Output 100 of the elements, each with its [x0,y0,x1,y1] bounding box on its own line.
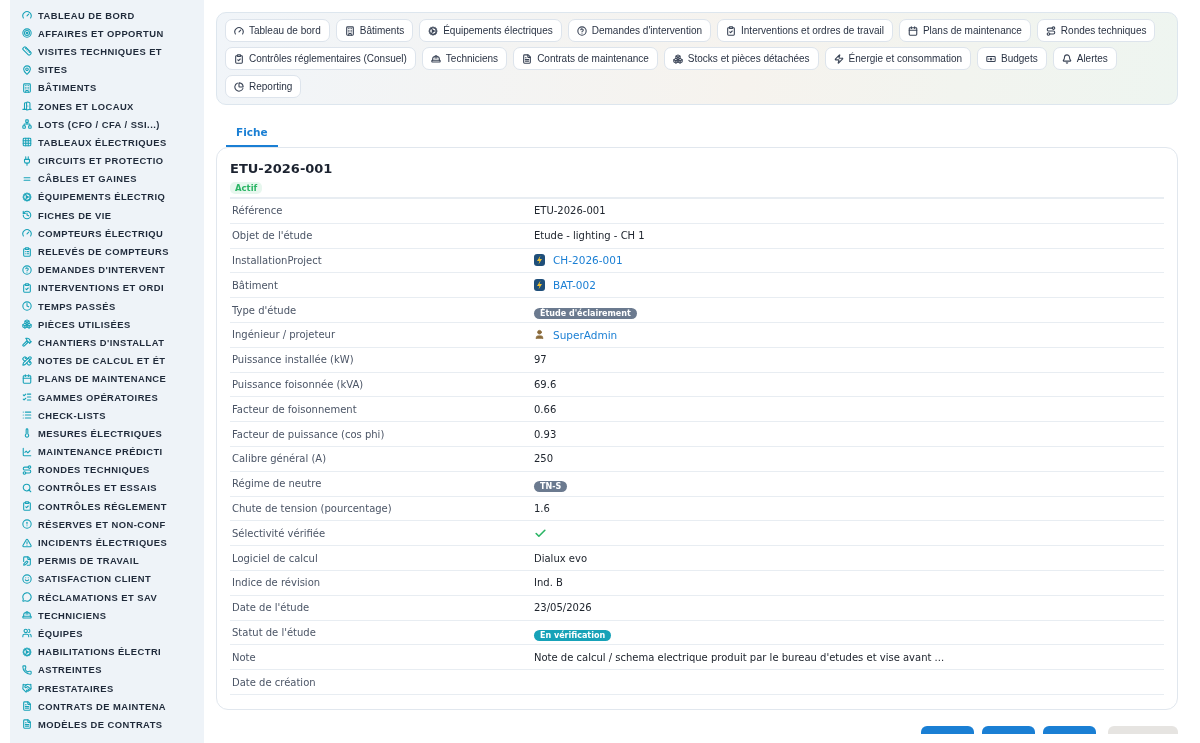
quick-link-button[interactable]: Interventions et ordres de travail [717,19,893,42]
sidebar-item[interactable]: LOTS (CFO / CFA / SSI...) [22,115,204,134]
history-icon [22,210,32,221]
sidebar-item[interactable]: GAMMES OPÉRATOIRES [22,387,204,407]
sidebar-item[interactable]: TABLEAUX ÉLECTRIQUES [22,133,204,152]
sidebar-label: HABILITATIONS ÉLECTRI [38,646,162,658]
file-pen-icon [22,555,32,566]
sidebar-item[interactable]: VISITES TECHNIQUES ET [22,42,204,61]
quick-link-button[interactable]: Plans de maintenance [898,19,1031,42]
action-button[interactable] [921,725,974,734]
field-label: Logiciel de calcul [232,552,319,564]
quick-link-button[interactable]: Énergie et consommation [824,47,971,70]
sidebar-label: FICHES DE VIE [38,209,112,221]
sidebar-label: CONTRATS DE MAINTENA [38,700,167,712]
sidebar-item[interactable]: CÂBLES ET GAINES [22,169,204,188]
record-link[interactable]: BAT-002 [534,279,596,292]
calendar-icon [907,25,918,36]
quick-link-button[interactable]: Demandes d'intervention [567,19,712,42]
sidebar-item[interactable]: BÂTIMENTS [22,78,204,97]
sidebar-item[interactable]: AFFAIRES ET OPPORTUN [22,24,204,43]
sidebar-label: CONTRÔLES ET ESSAIS [38,482,157,494]
sidebar-item[interactable]: MAINTENANCE PRÉDICTI [22,442,204,461]
sidebar-item[interactable]: CONTRÔLES RÉGLEMENT [22,497,204,516]
sidebar-item[interactable]: NOTES DE CALCUL ET ÉT [22,351,204,370]
hammer-icon [22,337,32,348]
gauge-icon [22,10,32,21]
quick-link-button[interactable]: Contrats de maintenance [513,47,658,70]
sidebar-item[interactable]: RÉCLAMATIONS ET SAV [22,588,204,607]
document-icon [522,53,533,64]
sidebar-item[interactable]: CHANTIERS D'INSTALLAT [22,333,204,352]
sidebar-item[interactable]: PLANS DE MAINTENANCE [22,369,204,388]
sidebar-item[interactable]: TECHNICIENS [22,606,204,625]
field-value: ETU-2026-001 [534,205,606,217]
sidebar-item[interactable]: RELEVÉS DE COMPTEURS [22,242,204,261]
sidebar-item[interactable]: RÉSERVES ET NON-CONF [22,515,204,534]
quick-link-button[interactable]: Budgets [977,47,1047,70]
sidebar-item[interactable]: MODÈLES DE CONTRATS [22,715,204,734]
clipboard-check-icon [726,25,737,36]
sidebar-label: PLANS DE MAINTENANCE [38,373,167,385]
sidebar-item[interactable]: CONTRATS DE MAINTENA [22,697,204,716]
sidebar-item[interactable]: PERMIS DE TRAVAIL [22,551,204,570]
quick-link-button[interactable]: Reporting [225,75,302,98]
field-label: Objet de l'étude [232,230,314,242]
field-value: 97 [534,354,547,366]
field-value: Ind. B [534,577,563,589]
smile-icon [22,573,32,584]
field-label: Facteur de foisonnement [232,403,358,415]
clipboard-icon [22,246,32,257]
question-icon [22,264,32,275]
sidebar-item[interactable]: ÉQUIPES [22,624,204,643]
sidebar-item[interactable]: RONDES TECHNIQUES [22,460,204,479]
quick-link-button[interactable]: Tableau de bord [225,19,330,42]
quick-link-button[interactable]: Stocks et pièces détachées [663,47,819,70]
sidebar-item[interactable]: DEMANDES D'INTERVENT [22,260,204,279]
banknote-icon [986,53,996,64]
quick-link-button[interactable]: Rondes techniques [1036,19,1156,42]
sidebar-item[interactable]: INCIDENTS ÉLECTRIQUES [22,533,204,552]
quick-link-button[interactable]: Alertes [1052,47,1117,70]
sidebar-item[interactable]: PIÈCES UTILISÉES [22,315,204,334]
record-link[interactable]: SuperAdmin [534,328,618,341]
sidebar-item[interactable]: TABLEAU DE BORD [22,6,204,25]
sidebar-item[interactable]: INTERVENTIONS ET ORDI [22,278,204,297]
quick-link-button[interactable]: Équipements électriques [419,19,562,42]
bolt-icon [833,53,844,64]
user-icon [534,329,545,341]
sidebar-label: AFFAIRES ET OPPORTUN [38,27,164,39]
field-label: Régime de neutre [232,478,323,490]
sidebar-item[interactable]: MESURES ÉLECTRIQUES [22,424,204,443]
field-label: Type d'étude [232,304,298,316]
list-check-icon [22,392,32,403]
field-value: 250 [534,453,554,465]
sidebar-item[interactable]: HABILITATIONS ÉLECTRI [22,642,204,661]
sidebar-item[interactable]: ÉQUIPEMENTS ÉLECTRIQ [22,187,204,207]
sidebar-label: COMPTEURS ÉLECTRIQU [38,227,164,239]
sidebar-item[interactable]: FICHES DE VIE [22,206,204,225]
quick-link-button[interactable]: Bâtiments [335,19,414,42]
quick-link-button[interactable]: Contrôles réglementaires (Consuel) [225,47,416,70]
sidebar-item[interactable]: PRESTATAIRES [22,678,204,698]
sidebar-item[interactable]: CONTRÔLES ET ESSAIS [22,478,204,498]
search-icon [22,482,32,493]
action-button[interactable] [1043,725,1096,734]
field-label: Indice de révision [232,577,322,589]
action-button[interactable] [982,725,1035,734]
sidebar-item[interactable]: TEMPS PASSÉS [22,297,204,316]
thermometer-icon [22,428,32,439]
sidebar-item[interactable]: SITES [22,60,204,79]
quick-link-button[interactable]: Techniciens [421,47,508,70]
sidebar-item[interactable]: ASTREINTES [22,660,204,679]
clipboard-check-icon [22,501,32,512]
sidebar-item[interactable]: CIRCUITS ET PROTECTIO [22,151,204,170]
record-link[interactable]: CH-2026-001 [534,254,623,267]
sidebar-label: MODÈLES DE CONTRATS [38,718,163,730]
pie-chart-icon [234,81,244,92]
sidebar-item[interactable]: COMPTEURS ÉLECTRIQU [22,224,204,243]
sidebar-item[interactable]: SATISFACTION CLIENT [22,569,204,588]
chat-icon [22,592,32,603]
sidebar-label: INCIDENTS ÉLECTRIQUES [38,537,168,549]
sidebar-item[interactable]: ZONES ET LOCAUX [22,96,204,116]
sidebar-item[interactable]: CHECK-LISTS [22,406,204,425]
door-icon [22,101,32,112]
